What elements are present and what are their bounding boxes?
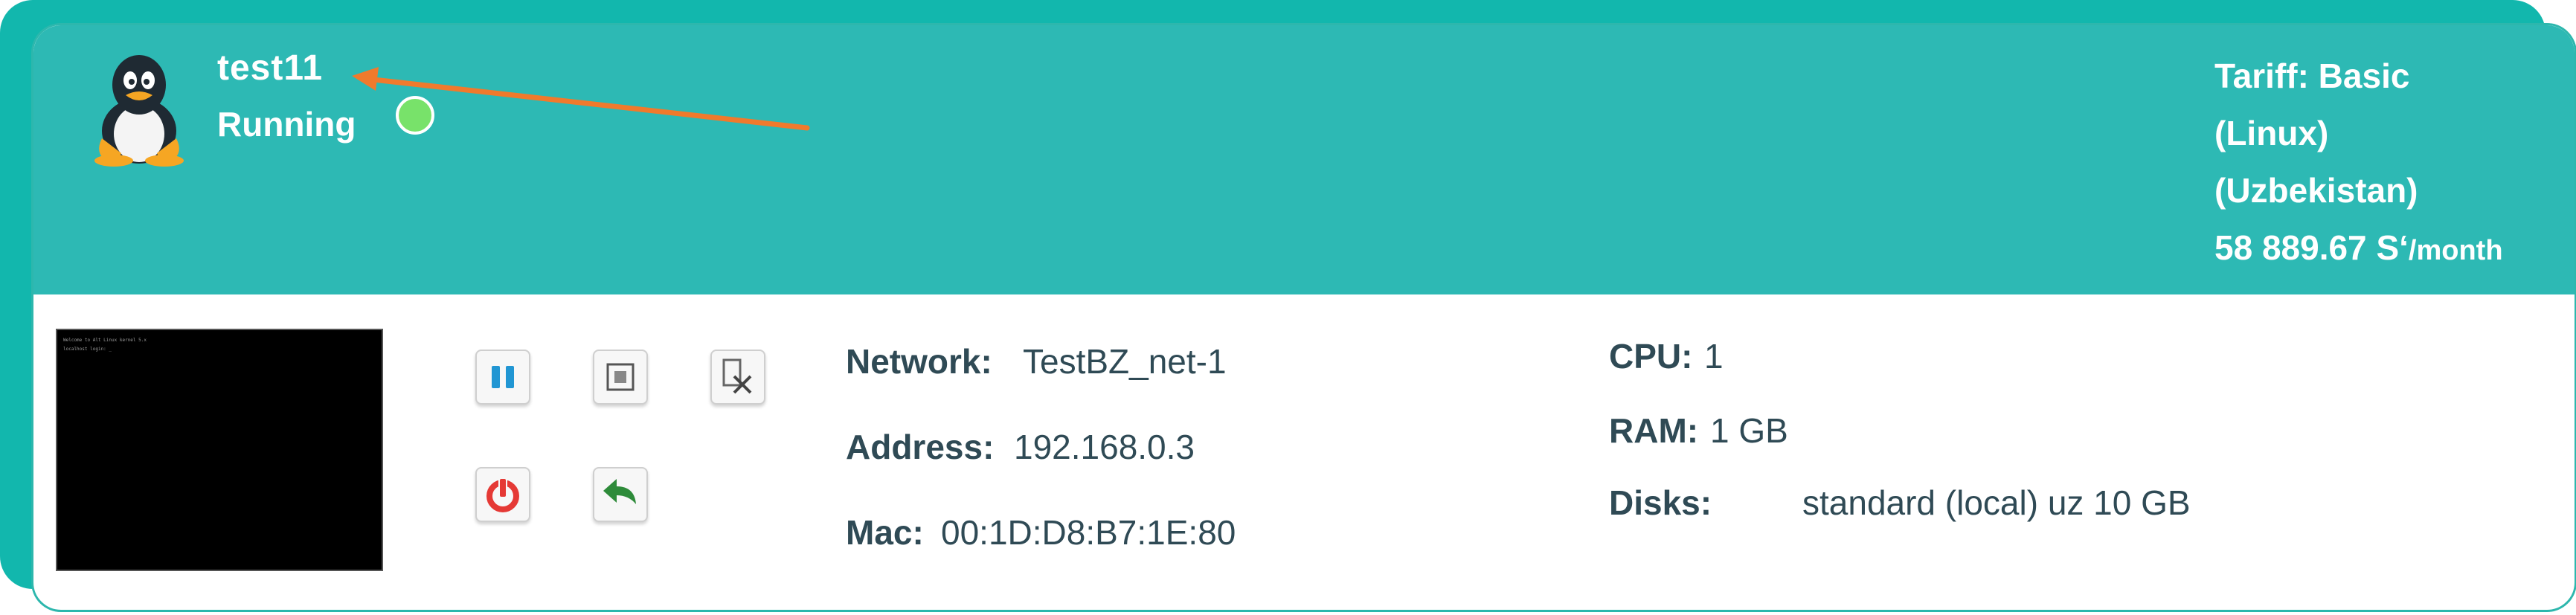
stop-button[interactable] [593, 350, 648, 405]
console-line-2: localhost login: _ [63, 347, 112, 352]
tariff-os: (Linux) [2214, 114, 2329, 152]
vm-name[interactable]: test11 [217, 48, 323, 88]
disks-label: Disks: [1609, 483, 1712, 522]
network-label: Network: [846, 342, 992, 381]
tariff-name: Tariff: Basic [2214, 57, 2410, 95]
tariff-price-unit: /month [2408, 235, 2503, 266]
console-preview[interactable]: Welcome to Alt Linux kernel 5.x localhos… [56, 329, 383, 571]
mac-value: 00:1D:D8:B7:1E:80 [941, 513, 1236, 552]
ram-value: 1 GB [1710, 411, 1788, 450]
tariff-info: Tariff: Basic (Linux) (Uzbekistan) 58 88… [2214, 48, 2503, 280]
vm-card-stage: test11 Running Tariff: Basic (Linux) (Uz… [0, 0, 2576, 615]
vm-status-label: Running [217, 105, 356, 144]
address-label: Address: [846, 428, 995, 466]
tariff-price: 58 889.67 Sʻ/month [2214, 219, 2503, 280]
delete-vm-icon [722, 358, 752, 394]
tux-penguin-icon [94, 55, 184, 167]
mac-label: Mac: [846, 513, 924, 552]
tariff-region: (Uzbekistan) [2214, 171, 2418, 210]
tariff-price-amount: 58 889.67 [2214, 228, 2367, 267]
cpu-label: CPU: [1609, 337, 1693, 376]
ram-label: RAM: [1609, 411, 1699, 450]
pause-icon [492, 366, 514, 388]
return-arrow-icon [603, 479, 636, 504]
cpu-value: 1 [1704, 337, 1724, 376]
delete-button[interactable] [710, 350, 765, 405]
pause-button[interactable] [475, 350, 530, 405]
vm-card-header: test11 Running Tariff: Basic (Linux) (Uz… [33, 25, 2575, 294]
restart-button[interactable] [593, 467, 648, 522]
stop-icon [606, 363, 635, 391]
address-value: 192.168.0.3 [1014, 428, 1195, 466]
network-value: TestBZ_net-1 [1023, 342, 1227, 381]
disks-value: standard (local) uz 10 GB [1802, 483, 2191, 522]
annotation-arrow-icon [352, 67, 810, 131]
tariff-price-currency: Sʻ [2376, 228, 2409, 267]
vm-card: test11 Running Tariff: Basic (Linux) (Uz… [31, 23, 2576, 612]
console-line-1: Welcome to Alt Linux kernel 5.x [63, 338, 147, 343]
power-button[interactable] [475, 467, 530, 522]
power-icon [486, 477, 519, 512]
